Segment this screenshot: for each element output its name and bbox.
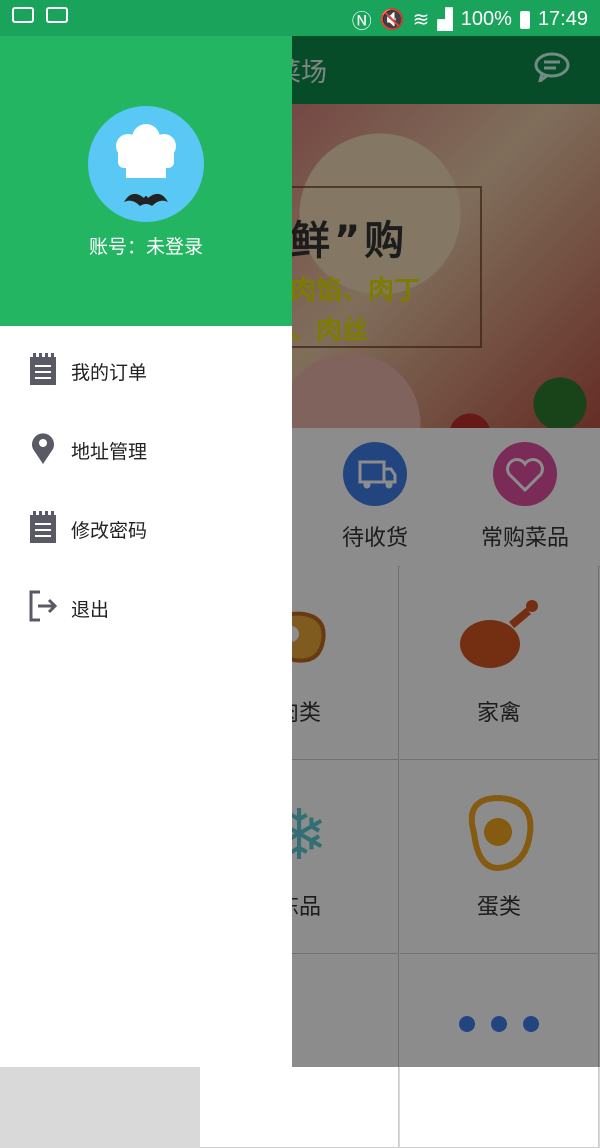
menu-item-label: 修改密码 [71, 520, 148, 542]
image-notification-icon [46, 7, 68, 23]
menu-item-address[interactable]: 地址管理 [0, 405, 292, 484]
menu-item-label: 我的订单 [71, 362, 148, 384]
clock: 17:49 [537, 8, 588, 30]
notepad-icon [30, 511, 56, 543]
logout-icon [29, 590, 58, 622]
menu-item-logout[interactable]: 退出 [0, 563, 292, 642]
status-bar: Ⓝ 🔇 ≋ ▟ 100% 17:49 [0, 0, 600, 36]
mute-icon: 🔇 [379, 9, 405, 31]
drawer-header: 账号：未登录 [0, 36, 292, 326]
wifi-icon: ≋ [412, 9, 430, 31]
message-notification-icon [12, 7, 34, 23]
battery-icon [519, 10, 530, 29]
nfc-icon: Ⓝ [351, 11, 372, 33]
menu-item-change-password[interactable]: 修改密码 [0, 484, 292, 563]
location-pin-icon [32, 433, 54, 464]
signal-icon: ▟ [437, 9, 453, 31]
battery-percent: 100% [460, 8, 512, 30]
chef-hat-icon [116, 124, 176, 206]
account-label: 账号：未登录 [88, 236, 203, 258]
drawer-menu: 我的订单 地址管理 修改密码 退出 [0, 326, 292, 642]
navigation-drawer: 账号：未登录 我的订单 地址管理 修改密码 退出 [0, 36, 292, 1067]
menu-item-label: 退出 [71, 599, 110, 621]
avatar[interactable] [88, 106, 204, 222]
menu-item-label: 地址管理 [71, 441, 148, 463]
menu-item-my-orders[interactable]: 我的订单 [0, 326, 292, 405]
notepad-icon [30, 353, 56, 385]
